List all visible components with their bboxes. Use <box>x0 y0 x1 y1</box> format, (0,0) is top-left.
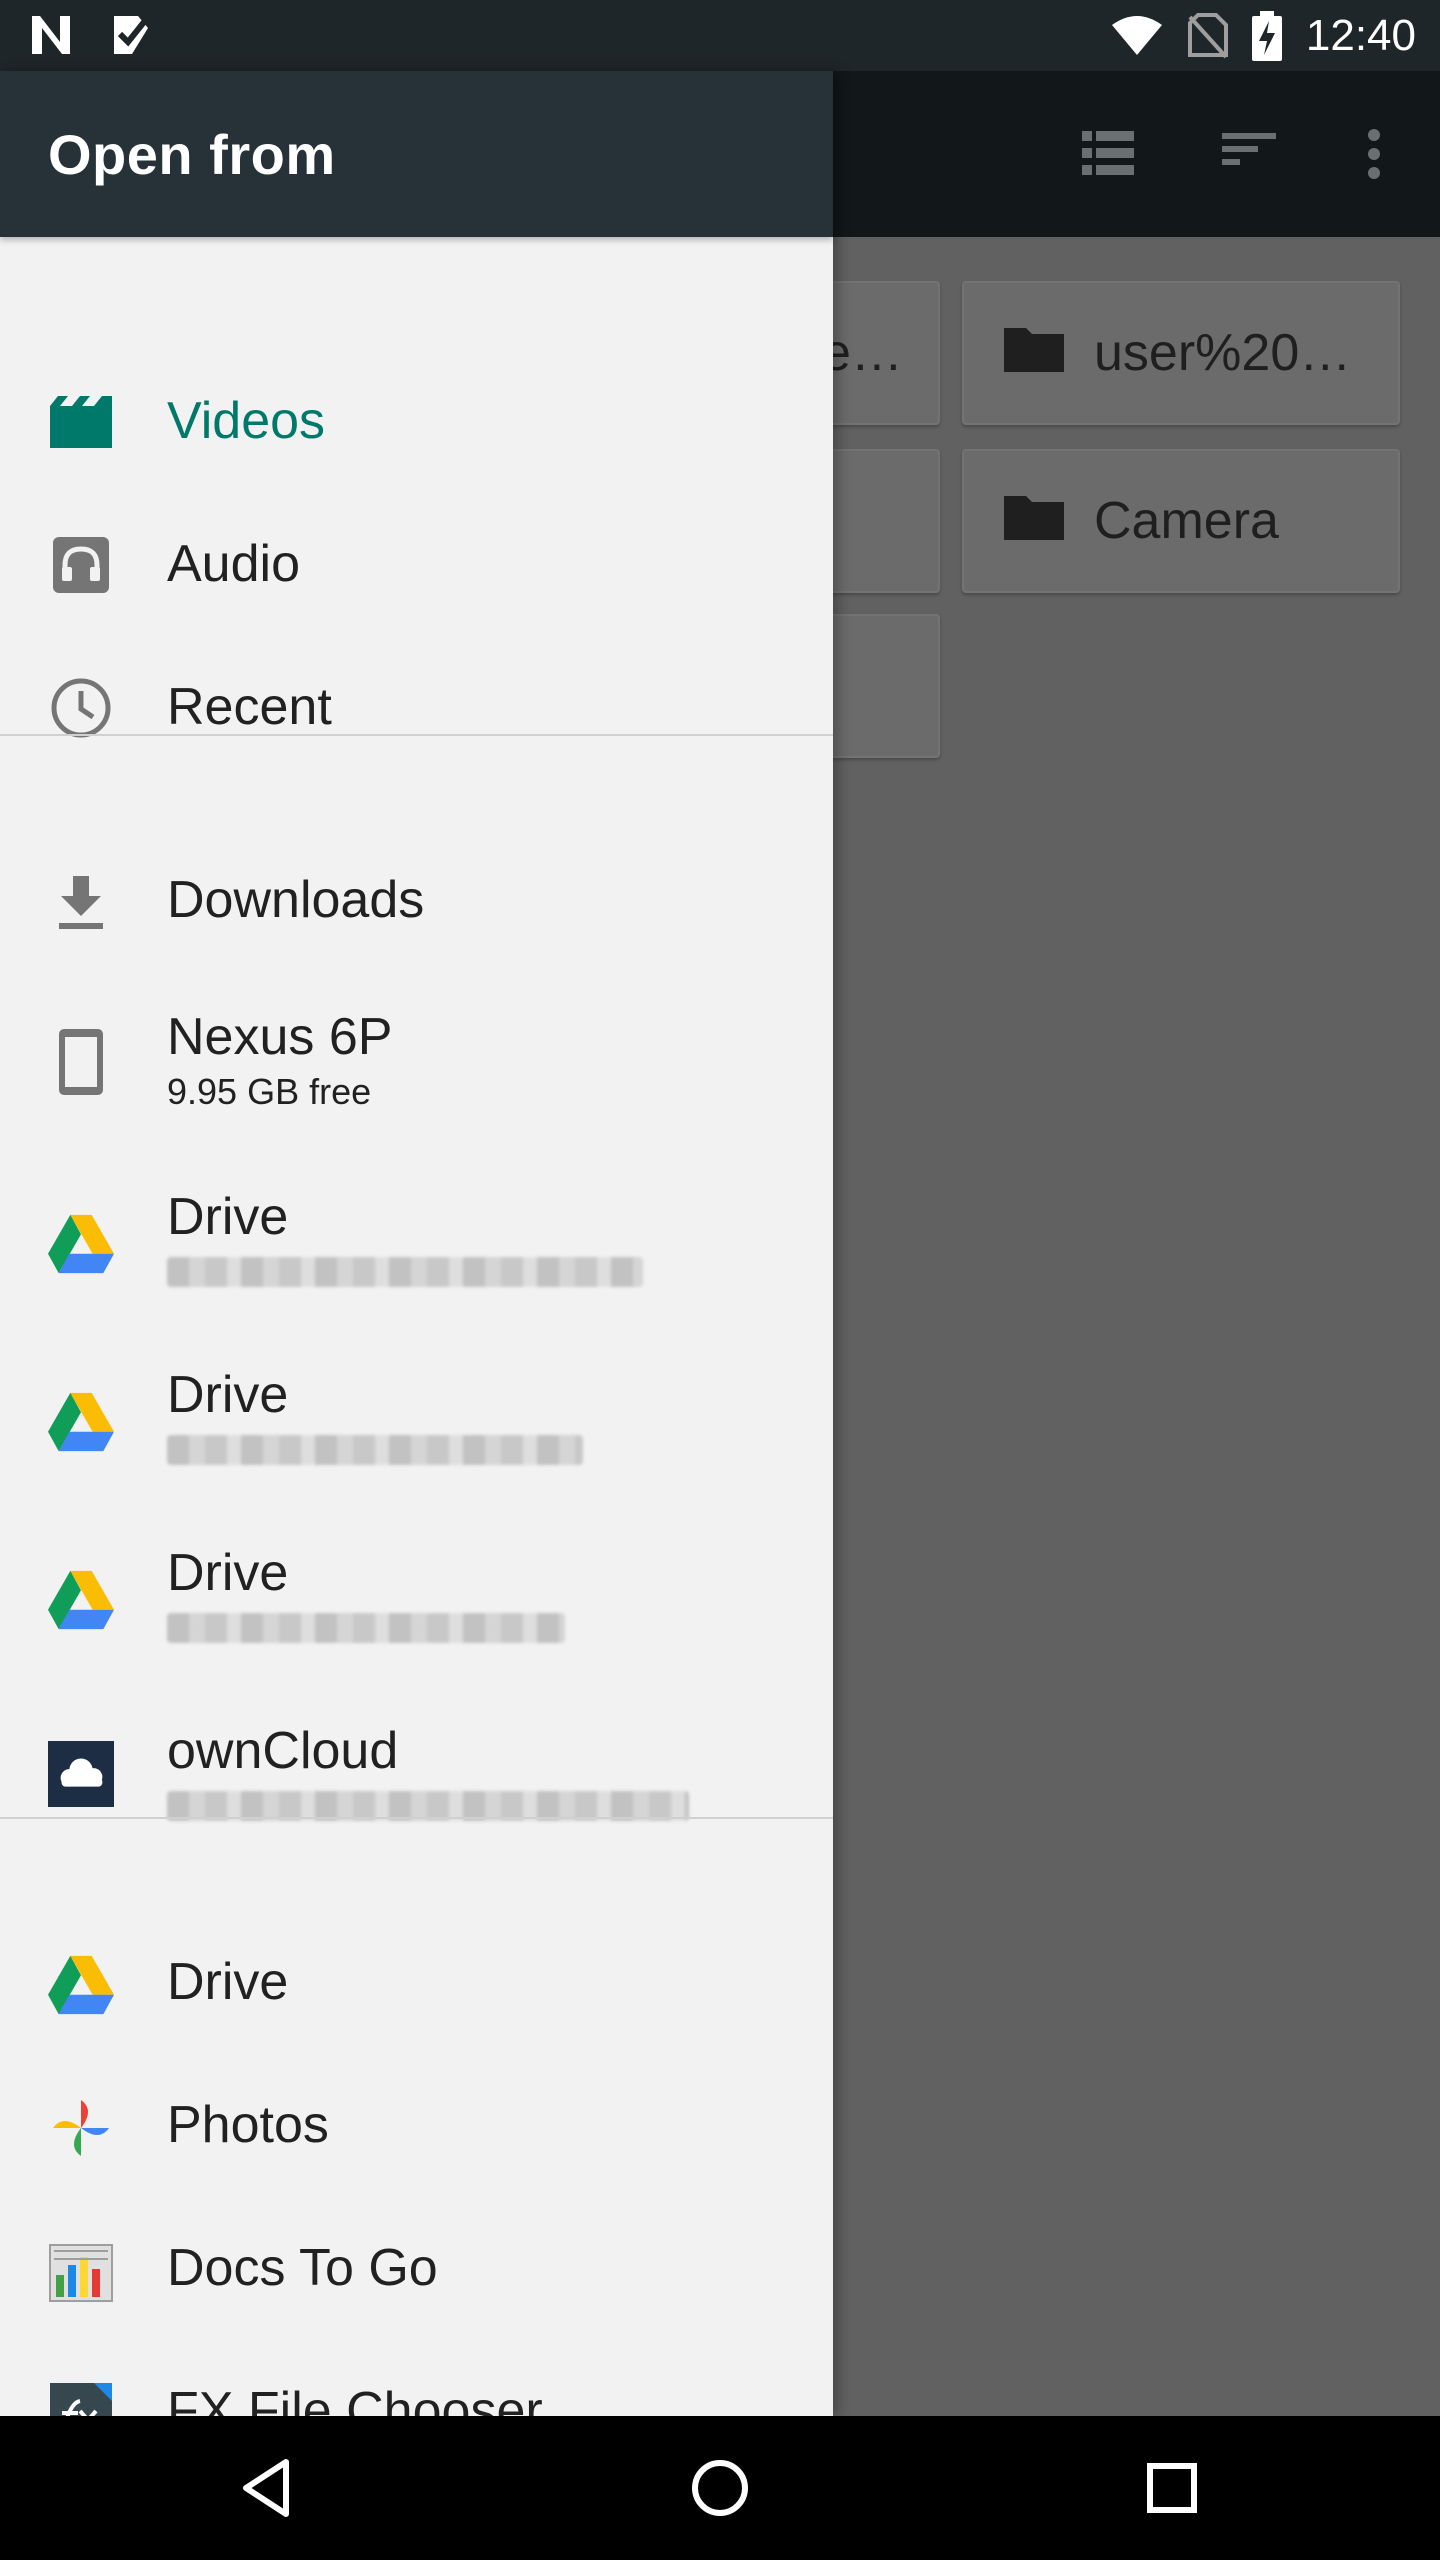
redacted-account-summary <box>167 1257 643 1287</box>
root-item-photos[interactable]: Photos <box>0 2061 833 2204</box>
root-title: ownCloud <box>167 1722 399 1780</box>
videos-icon <box>48 389 114 455</box>
back-icon[interactable] <box>232 2452 304 2524</box>
root-item-audio[interactable]: Audio <box>0 494 833 637</box>
drawer-header: Open from <box>0 71 833 237</box>
root-summary: 9.95 GB free <box>167 1071 372 1112</box>
root-title: Videos <box>167 392 326 450</box>
folder-name: user%20… <box>1094 324 1352 382</box>
recents-icon[interactable] <box>1136 2452 1208 2524</box>
status-time: 12:40 <box>1305 10 1416 60</box>
list-view-icon[interactable] <box>1082 129 1134 182</box>
root-title: Audio <box>167 535 300 593</box>
redacted-account-summary <box>167 1435 583 1465</box>
more-vert-icon[interactable] <box>1366 129 1382 184</box>
sort-icon[interactable] <box>1222 129 1276 174</box>
root-item-recent[interactable]: Recent <box>0 637 833 780</box>
root-title: Photos <box>167 2096 329 2154</box>
folder-card[interactable]: Camera <box>962 449 1400 593</box>
clock-icon <box>48 675 114 741</box>
divider <box>0 1817 833 1819</box>
folder-card[interactable]: user%20… <box>962 281 1400 425</box>
root-item-downloads[interactable]: Downloads <box>0 834 833 977</box>
google-drive-icon <box>48 1211 114 1277</box>
navigation-drawer: Open from Videos Audio Recent Downloads … <box>0 71 833 2445</box>
root-title: Drive <box>167 1953 289 2011</box>
folder-name: e… <box>822 324 903 382</box>
root-title: Downloads <box>167 871 425 929</box>
owncloud-icon <box>48 1741 114 1807</box>
redacted-account-summary <box>167 1613 565 1643</box>
root-item-nexus-6p[interactable]: Nexus 6P 9.95 GB free <box>0 977 833 1153</box>
google-drive-icon <box>48 1952 114 2018</box>
drawer-title: Open from <box>48 122 336 186</box>
navigation-bar <box>0 2416 1440 2560</box>
root-title: Drive <box>167 1366 289 1424</box>
root-item-drive[interactable]: Drive <box>0 1331 833 1509</box>
root-item-docs-to-go[interactable]: Docs To Go <box>0 2204 833 2347</box>
home-icon[interactable] <box>684 2452 756 2524</box>
root-title: Recent <box>167 678 332 736</box>
folder-name: Camera <box>1094 492 1279 550</box>
root-item-drive-app[interactable]: Drive <box>0 1918 833 2061</box>
root-item-owncloud[interactable]: ownCloud <box>0 1687 833 1865</box>
root-title: Docs To Go <box>167 2239 438 2297</box>
root-title: Drive <box>167 1188 289 1246</box>
google-drive-icon <box>48 1567 114 1633</box>
battery-charging-icon <box>1251 10 1282 61</box>
no-sim-icon <box>1187 12 1228 59</box>
google-photos-icon <box>48 2095 114 2161</box>
status-bar: 12:40 <box>0 0 1440 71</box>
root-title: Nexus 6P <box>167 1008 393 1066</box>
divider <box>0 734 833 736</box>
download-icon <box>48 870 114 936</box>
root-item-drive[interactable]: Drive <box>0 1509 833 1687</box>
root-title: Drive <box>167 1544 289 1602</box>
root-item-drive[interactable]: Drive <box>0 1153 833 1331</box>
google-drive-icon <box>48 1389 114 1455</box>
check-notification-icon <box>108 12 154 58</box>
root-item-videos[interactable]: Videos <box>0 351 833 494</box>
folder-icon <box>1004 490 1064 553</box>
phone-icon <box>48 1029 114 1095</box>
wifi-icon <box>1110 15 1164 57</box>
headphones-icon <box>48 532 114 598</box>
folder-icon <box>1004 322 1064 385</box>
n-notification-icon <box>28 12 74 58</box>
docs-to-go-icon <box>48 2238 114 2304</box>
